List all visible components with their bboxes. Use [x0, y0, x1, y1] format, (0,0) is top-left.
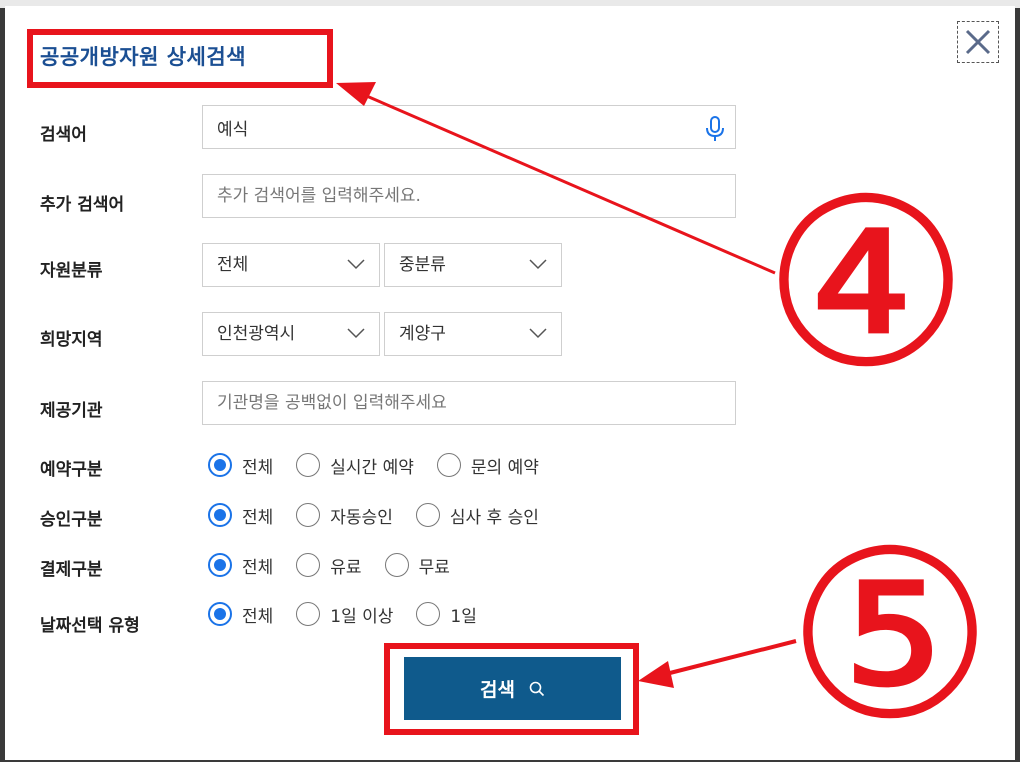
- extra-keyword-input[interactable]: [202, 174, 736, 218]
- radio-unchecked[interactable]: [384, 553, 409, 577]
- modal-title: 공공개방자원 상세검색: [40, 45, 247, 69]
- date-type-group: 전체 1일 이상 1일: [208, 601, 500, 627]
- radio-unchecked[interactable]: [296, 503, 321, 527]
- reservation-type-option[interactable]: 실시간 예약: [296, 453, 414, 478]
- chevron-down-icon: [347, 328, 365, 339]
- category-major-select[interactable]: 전체: [202, 243, 380, 287]
- search-button[interactable]: 검색: [404, 657, 621, 720]
- search-icon: [529, 681, 545, 696]
- provider-label: 제공기관: [40, 401, 103, 421]
- reservation-type-option[interactable]: 전체: [208, 453, 273, 478]
- radio-unchecked[interactable]: [296, 602, 321, 626]
- approval-type-option[interactable]: 자동승인: [296, 503, 393, 528]
- region-label: 희망지역: [40, 330, 103, 350]
- radio-checked[interactable]: [208, 602, 232, 626]
- approval-type-label: 승인구분: [40, 510, 103, 530]
- approval-type-group: 전체 자동승인 심사 후 승인: [208, 502, 562, 528]
- payment-type-option[interactable]: 전체: [208, 553, 273, 578]
- approval-type-option[interactable]: 심사 후 승인: [415, 503, 539, 528]
- payment-type-option[interactable]: 무료: [384, 553, 450, 578]
- keyword-input[interactable]: [202, 105, 736, 149]
- radio-checked[interactable]: [208, 553, 232, 577]
- chevron-down-icon: [347, 259, 365, 270]
- reservation-type-option[interactable]: 문의 예약: [436, 453, 539, 478]
- region-city-select[interactable]: 인천광역시: [202, 312, 380, 356]
- category-minor-select[interactable]: 중분류: [384, 243, 562, 287]
- close-icon: [965, 29, 991, 55]
- payment-type-label: 결제구분: [40, 560, 103, 580]
- region-city-value: 인천광역시: [217, 324, 296, 344]
- radio-unchecked[interactable]: [296, 453, 321, 477]
- date-type-option[interactable]: 전체: [208, 602, 273, 627]
- microphone-icon[interactable]: [704, 116, 726, 142]
- radio-unchecked[interactable]: [416, 602, 441, 626]
- search-button-label: 검색: [480, 679, 515, 701]
- radio-checked[interactable]: [208, 453, 232, 477]
- payment-type-option[interactable]: 유료: [296, 553, 362, 578]
- radio-unchecked[interactable]: [296, 553, 321, 577]
- provider-input[interactable]: [202, 381, 736, 425]
- chevron-down-icon: [529, 328, 547, 339]
- date-type-option[interactable]: 1일 이상: [296, 602, 393, 627]
- reservation-type-group: 전체 실시간 예약 문의 예약: [208, 452, 562, 478]
- close-button[interactable]: [957, 21, 999, 63]
- category-minor-value: 중분류: [399, 255, 446, 275]
- step-5-annotation: ⑤: [786, 501, 994, 762]
- payment-type-group: 전체 유료 무료: [208, 552, 473, 578]
- step-4-annotation: ④: [762, 149, 970, 419]
- region-district-select[interactable]: 계양구: [384, 312, 562, 356]
- category-label: 자원분류: [40, 261, 103, 281]
- radio-unchecked[interactable]: [436, 453, 461, 477]
- date-type-option[interactable]: 1일: [416, 602, 477, 627]
- region-district-value: 계양구: [399, 324, 446, 344]
- date-type-label: 날짜선택 유형: [40, 616, 140, 636]
- extra-keyword-label: 추가 검색어: [40, 195, 125, 215]
- category-major-value: 전체: [217, 255, 249, 275]
- approval-type-option[interactable]: 전체: [208, 503, 273, 528]
- radio-unchecked[interactable]: [415, 503, 440, 527]
- reservation-type-label: 예약구분: [40, 460, 103, 480]
- keyword-label: 검색어: [40, 125, 87, 145]
- chevron-down-icon: [529, 259, 547, 270]
- radio-checked[interactable]: [208, 503, 232, 527]
